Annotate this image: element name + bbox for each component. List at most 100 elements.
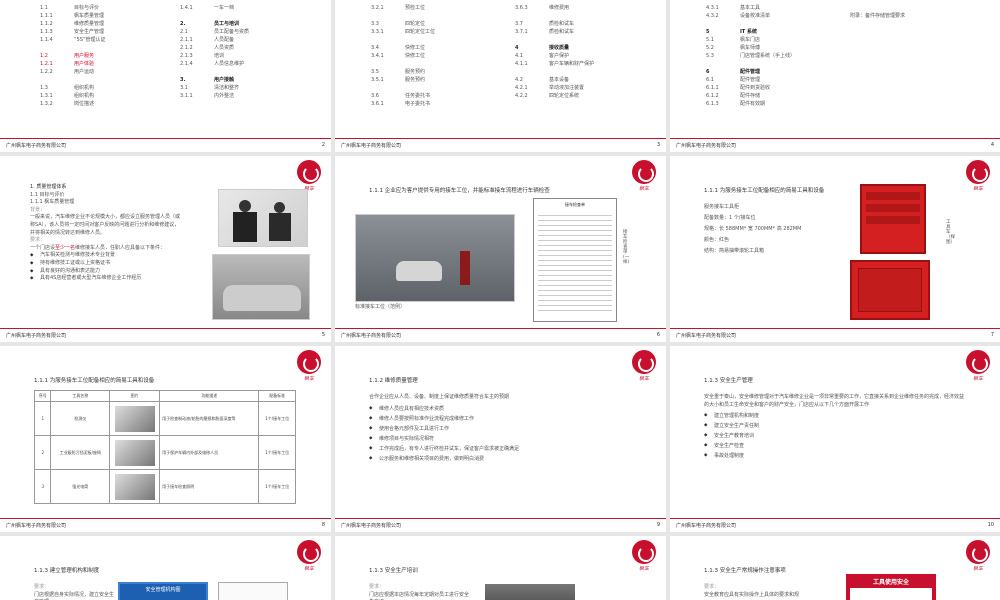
toc-row[interactable]: 4.2.2 四轮定位系统 bbox=[515, 92, 655, 100]
toc-row[interactable]: 1.1 目标与评价 bbox=[40, 4, 160, 12]
toc-row[interactable]: 3.7.1 质检和试车 bbox=[515, 28, 655, 36]
toc-row[interactable]: 3.3 四轮定位 bbox=[371, 20, 501, 28]
bullet-item: 安全生产检查 bbox=[704, 441, 964, 451]
toc-row[interactable]: 2.1.4 人员信息维护 bbox=[180, 60, 310, 68]
toc-number bbox=[371, 60, 399, 68]
toc-row[interactable]: 4.1 客户保护 bbox=[515, 52, 655, 60]
toc-row[interactable]: 3.2.1 预检工位 bbox=[371, 4, 501, 12]
toc-label: 客户车辆和财产保护 bbox=[549, 61, 595, 67]
toc-row[interactable]: 3.3.1 四轮定位工位 bbox=[371, 28, 501, 36]
toc-row[interactable]: 1.3 组织机构 bbox=[40, 84, 160, 92]
toc-number: 4.1 bbox=[515, 53, 523, 59]
toc-row[interactable]: 1.4.1 一车一档 bbox=[180, 4, 310, 12]
toc-row[interactable]: 1.1.2 维修质量管理 bbox=[40, 20, 160, 28]
toc-row[interactable]: 2.1.1 人员配备 bbox=[180, 36, 310, 44]
slide-toc-3: 3.2.1 预检工位 3.3 四轮定位 3.3.1 四轮定位工位 3.4 快修工位 3.4.… bbox=[335, 0, 666, 152]
toc-row[interactable]: 1.3.2 岗位描述 bbox=[40, 100, 160, 108]
slide-7: 枫车 1.1.1 为服务接车工位配备相应的简易工具和设备 服务接车工具柜 配备数量… bbox=[670, 156, 1000, 342]
toc-number: 3.6.3 bbox=[515, 5, 528, 11]
table-cell: 工业级防污挡泥板/座椅 bbox=[50, 435, 111, 470]
toc-row[interactable] bbox=[40, 44, 160, 52]
toc-row[interactable]: 6.1 配件管理 bbox=[706, 76, 856, 84]
toc-row[interactable]: 4.3.1 基本工具 bbox=[706, 4, 856, 12]
toc-row[interactable]: 5.2 枫车师傅 bbox=[706, 44, 856, 52]
photo-reception-bay bbox=[355, 214, 515, 302]
toc-row[interactable] bbox=[40, 76, 160, 84]
toc-row[interactable]: 3.4 快修工位 bbox=[371, 44, 501, 52]
tool-photo bbox=[114, 405, 155, 432]
toc-row[interactable]: 4.2.1 举动液加注装置 bbox=[515, 84, 655, 92]
footer-company: 广州枫车电子商务有限公司 bbox=[6, 333, 67, 339]
toc-number: 6.1.2 bbox=[706, 93, 719, 99]
label: 要求： bbox=[30, 237, 46, 244]
page-number: 10 bbox=[987, 522, 994, 528]
toc-number: 1.2.1 bbox=[40, 61, 53, 67]
slide-6: 枫车 1.1.1 企业应为客户提供专用的接车工位，并能标准接车流程进行车辆检查 … bbox=[335, 156, 666, 342]
slide-body: 合作企业应从人员、设备、制度上保证维修质量符合车主的预期 维修人员应具有相应技术… bbox=[369, 394, 629, 464]
toc-row[interactable] bbox=[515, 36, 655, 44]
toc-row[interactable] bbox=[706, 20, 856, 28]
toc-row[interactable] bbox=[515, 12, 655, 20]
toc-row[interactable]: 1.1.3 安全生产管理 bbox=[40, 28, 160, 36]
slide-body: 要求： 门店应根据本店情况每年定期对员工进行安全生产培 bbox=[369, 584, 469, 600]
toc-row[interactable]: 6 配件管理 bbox=[706, 68, 856, 76]
toc-row[interactable] bbox=[180, 12, 310, 20]
toc-row[interactable] bbox=[371, 60, 501, 68]
table-cell bbox=[109, 469, 161, 504]
toc-row[interactable]: 5.1 枫车门店 bbox=[706, 36, 856, 44]
toc-row[interactable] bbox=[515, 68, 655, 76]
toc-label: 人员资质 bbox=[214, 45, 235, 51]
toc-label: 质检和试车 bbox=[549, 21, 575, 27]
toc-row[interactable] bbox=[371, 12, 501, 20]
toc-label: 员工与培训 bbox=[214, 21, 240, 27]
toc-row[interactable] bbox=[706, 60, 856, 68]
toc-row[interactable]: 3.6 任务委托书 bbox=[371, 92, 501, 100]
bullet-item: 安全生产教育培训 bbox=[704, 431, 964, 441]
page-number: 4 bbox=[990, 142, 994, 148]
toc-row[interactable]: 3.5.1 服务预约 bbox=[371, 76, 501, 84]
brand-logo: 枫车 bbox=[964, 160, 992, 192]
toc-label: 四轮定位 bbox=[405, 21, 426, 27]
toc-number: 1.2 bbox=[40, 53, 48, 59]
toc-row[interactable]: 2.1.2 人员资质 bbox=[180, 44, 310, 52]
label: 要求： bbox=[704, 584, 720, 590]
toc-row[interactable]: 3. 用户接触 bbox=[180, 76, 310, 84]
toc-row[interactable]: 2. 员工与培训 bbox=[180, 20, 310, 28]
toc-row[interactable]: 3.4.1 快修工位 bbox=[371, 52, 501, 60]
toc-row[interactable]: 2.1 员工配备与资质 bbox=[180, 28, 310, 36]
toc-row[interactable]: 3.5 服务预约 bbox=[371, 68, 501, 76]
toc-row[interactable]: 3.6.3 维修费用 bbox=[515, 4, 655, 12]
paragraph: 一般来说，汽车维修企业不论规模大小，都应设立服务管理人员（或称SA），该人员将一… bbox=[30, 214, 181, 236]
toc-row[interactable]: 1.3.1 组织机构 bbox=[40, 92, 160, 100]
side-label: 工具车（样图） bbox=[946, 220, 955, 245]
footer-company: 广州枫车电子商务有限公司 bbox=[676, 333, 737, 339]
slide-title: 1.1.1 为服务接车工位配备相应的简易工具和设备 bbox=[34, 378, 155, 384]
toc-label: IT 系统 bbox=[740, 29, 758, 35]
toc-row[interactable]: 2.1.3 培训 bbox=[180, 52, 310, 60]
toc-row[interactable]: 6.1.2 配件存储 bbox=[706, 92, 856, 100]
toc-row[interactable]: 1.1.1 枫车质量管理 bbox=[40, 12, 160, 20]
toc-row[interactable]: 6.1.1 配件到货验收 bbox=[706, 84, 856, 92]
toc-row[interactable]: 1.2.2 用户运动 bbox=[40, 68, 160, 76]
toc-row[interactable]: 6.1.3 配件有效期 bbox=[706, 100, 856, 108]
toc-row[interactable]: 4 接收质量 bbox=[515, 44, 655, 52]
footer: 广州枫车电子商务有限公司 9 bbox=[335, 518, 666, 532]
subsection-title: 1.1.1 枫车质量管理 bbox=[30, 199, 75, 206]
toc-row[interactable] bbox=[371, 36, 501, 44]
toc-row[interactable]: 4.3.2 设备校准清单 bbox=[706, 12, 856, 20]
toc-row[interactable] bbox=[180, 68, 310, 76]
toc-row[interactable]: 5.3 门店管理系统（手上线） bbox=[706, 52, 856, 60]
toc-row[interactable]: 4.1.1 客户车辆和财产保护 bbox=[515, 60, 655, 68]
toc-label: 枫车师傅 bbox=[740, 45, 761, 51]
toc-row[interactable]: 1.1.4 “5S”管理认证 bbox=[40, 36, 160, 44]
toc-row[interactable]: 3.6.1 电子委托书 bbox=[371, 100, 501, 108]
toc-row[interactable]: 1.2.1 用户体验 bbox=[40, 60, 160, 68]
bullet-item: 工作完成后，有专人进行终检并试车，保证客户需求被正确满足 bbox=[369, 444, 629, 454]
toc-row[interactable]: 3.1 清洁和整齐 bbox=[180, 84, 310, 92]
toc-row[interactable]: 4.2 基本设备 bbox=[515, 76, 655, 84]
toc-row[interactable]: 5 IT 系统 bbox=[706, 28, 856, 36]
toc-row[interactable]: 3.1.1 内外整洁 bbox=[180, 92, 310, 100]
toc-row[interactable] bbox=[371, 84, 501, 92]
toc-row[interactable]: 1.2 用户服务 bbox=[40, 52, 160, 60]
toc-row[interactable]: 3.7 质检和试车 bbox=[515, 20, 655, 28]
